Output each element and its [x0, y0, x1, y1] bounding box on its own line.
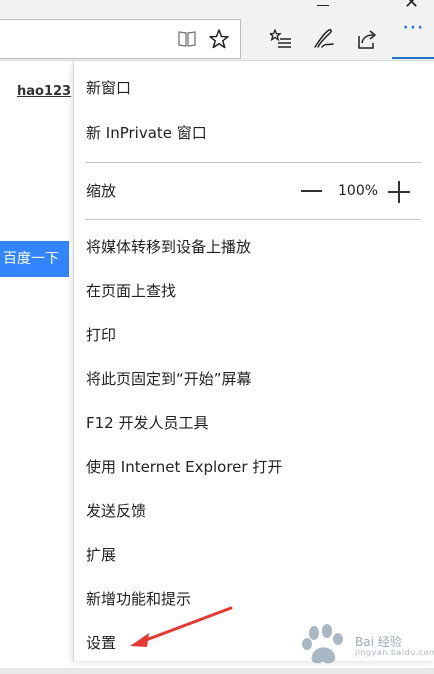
baidu-jingyan-watermark: Bai 经验 jingyan.baidu.com: [300, 623, 434, 667]
watermark-subtext: jingyan.baidu.com: [355, 648, 434, 657]
status-strip: [0, 668, 434, 674]
browser-window: ✕ ⋯ hao123 百度一下 新窗口 新 InPrivate 窗口 缩放 10…: [0, 0, 434, 674]
red-arrow-annotation: [130, 606, 233, 647]
baidu-paw-icon: [302, 624, 343, 664]
